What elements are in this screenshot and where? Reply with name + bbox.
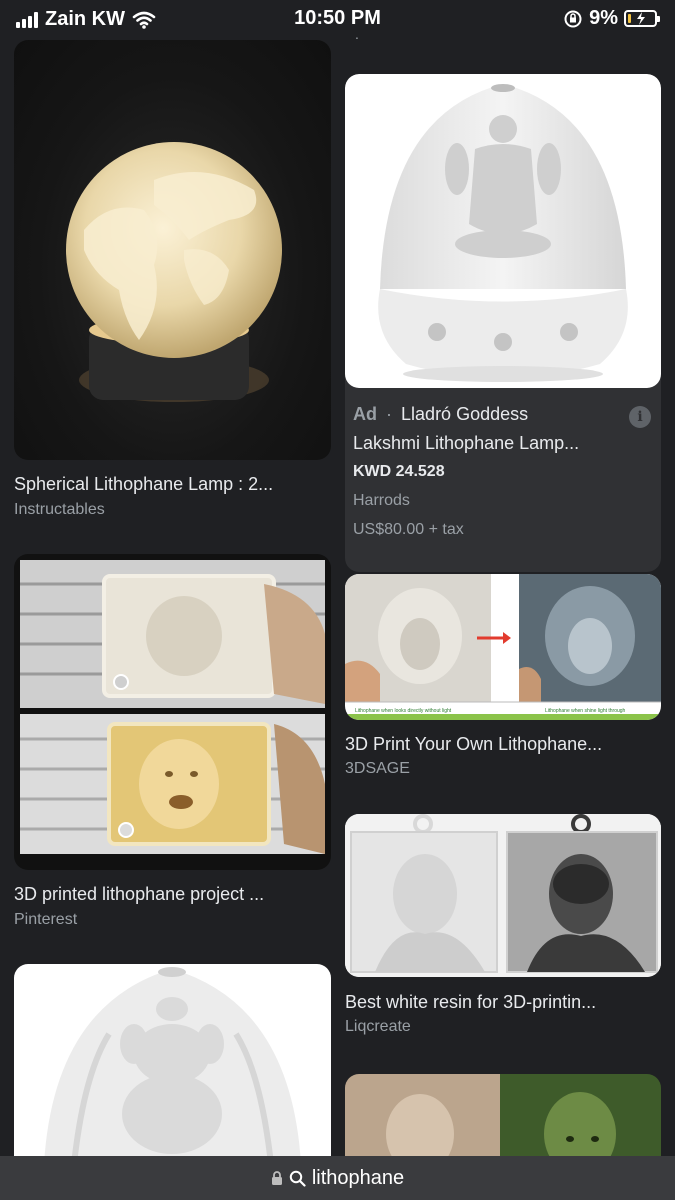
ad-alt-price: US$80.00 + tax: [353, 521, 464, 538]
ad-title-line1-row[interactable]: Ad · Lladró Goddess: [353, 404, 528, 425]
ad-badge: Ad: [353, 404, 377, 424]
address-bar-url[interactable]: lithophane: [312, 1167, 404, 1190]
result-thumbnail[interactable]: [14, 40, 331, 460]
globe-lamp-image: [66, 142, 282, 402]
result-source: Liqcreate: [345, 1018, 411, 1035]
ad-card[interactable]: Ad · Lladró Goddess Lakshmi Lithophane L…: [345, 74, 661, 572]
battery-group: 9%: [563, 7, 660, 30]
result-thumbnail[interactable]: [345, 1074, 661, 1164]
lock-icon: [271, 1170, 282, 1185]
result-source: 3DSAGE: [345, 760, 410, 777]
result-thumbnail[interactable]: [14, 964, 331, 1164]
status-bar: Zain KW 10:50 PM 9%: [0, 0, 675, 38]
result-title[interactable]: Spherical Lithophane Lamp : 2...: [14, 474, 331, 495]
result-title[interactable]: 3D printed lithophane project ...: [14, 884, 331, 905]
caption-right: Lithophane when shine light through: [545, 708, 626, 714]
caption-left: Lithophane when looks directly without l…: [355, 708, 452, 714]
lion-lithophane-image: Lithophane when looks directly without l…: [345, 574, 661, 720]
battery-percent: 9%: [589, 7, 618, 29]
orientation-lock-icon: [564, 10, 582, 27]
battery-icon: [624, 10, 660, 27]
ad-separator: ·: [386, 404, 393, 424]
result-source: Pinterest: [14, 911, 78, 928]
info-icon[interactable]: i: [629, 406, 651, 428]
portrait-lithophane-image: [345, 814, 661, 977]
result-thumbnail[interactable]: [345, 814, 661, 977]
ad-title-line2[interactable]: Lakshmi Lithophane Lamp...: [353, 433, 579, 454]
white-lamp-image: [44, 967, 301, 1164]
ad-price: KWD 24.528: [353, 463, 445, 480]
girl-lithophane-image: [345, 1074, 661, 1164]
result-thumbnail[interactable]: Lithophane when looks directly without l…: [345, 574, 661, 720]
baby-lithophane-image: [20, 560, 325, 854]
address-bar[interactable]: lithophane: [0, 1156, 675, 1200]
ad-thumbnail[interactable]: [345, 74, 661, 388]
search-icon: [289, 1170, 306, 1187]
result-thumbnail[interactable]: [14, 554, 331, 870]
result-source: Instructables: [14, 501, 105, 518]
result-title[interactable]: 3D Print Your Own Lithophane...: [345, 734, 661, 755]
ad-merchant: Harrods: [353, 492, 410, 509]
result-title[interactable]: Best white resin for 3D-printin...: [345, 992, 661, 1013]
lakshmi-lamp-image: [378, 84, 628, 382]
ad-title-line1[interactable]: Lladró Goddess: [401, 404, 528, 424]
